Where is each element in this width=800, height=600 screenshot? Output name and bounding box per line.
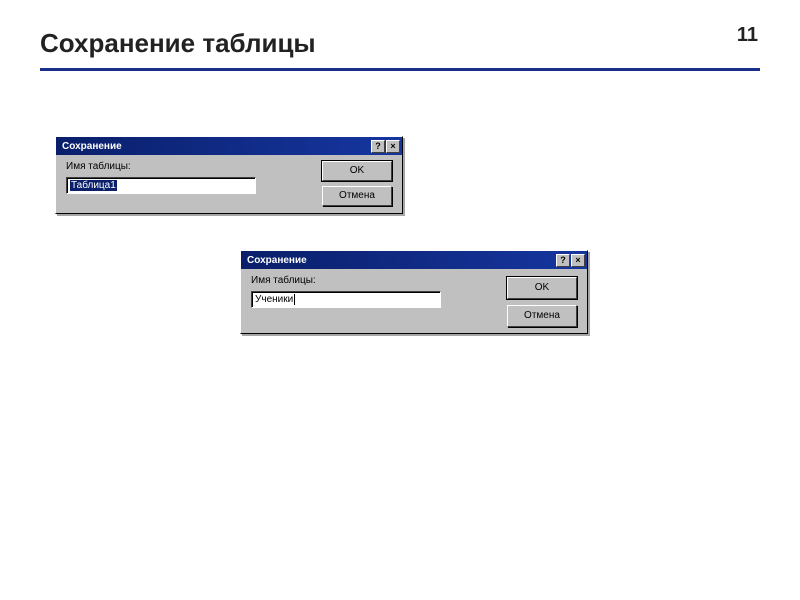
ok-button[interactable]: OK xyxy=(507,277,577,299)
titlebar[interactable]: Сохранение ? × xyxy=(241,251,587,269)
input-value: Ученики xyxy=(255,294,295,305)
close-icon[interactable]: × xyxy=(386,140,400,153)
table-name-input[interactable]: Таблица1 xyxy=(66,177,256,194)
close-icon[interactable]: × xyxy=(571,254,585,267)
cancel-button[interactable]: Отмена xyxy=(322,186,392,206)
page-number: 11 xyxy=(737,24,758,47)
save-dialog-2: Сохранение ? × Имя таблицы: Ученики OK О… xyxy=(240,250,588,334)
input-value-selected: Таблица1 xyxy=(70,180,117,191)
header-divider xyxy=(40,68,760,71)
titlebar-title: Сохранение xyxy=(243,255,307,266)
titlebar-title: Сохранение xyxy=(58,141,122,152)
help-icon[interactable]: ? xyxy=(556,254,570,267)
save-dialog-1: Сохранение ? × Имя таблицы: Таблица1 OK … xyxy=(55,136,403,214)
page-title: Сохранение таблицы xyxy=(40,28,760,59)
ok-button[interactable]: OK xyxy=(322,161,392,181)
table-name-input[interactable]: Ученики xyxy=(251,291,441,308)
cancel-button[interactable]: Отмена xyxy=(507,305,577,327)
help-icon[interactable]: ? xyxy=(371,140,385,153)
titlebar[interactable]: Сохранение ? × xyxy=(56,137,402,155)
